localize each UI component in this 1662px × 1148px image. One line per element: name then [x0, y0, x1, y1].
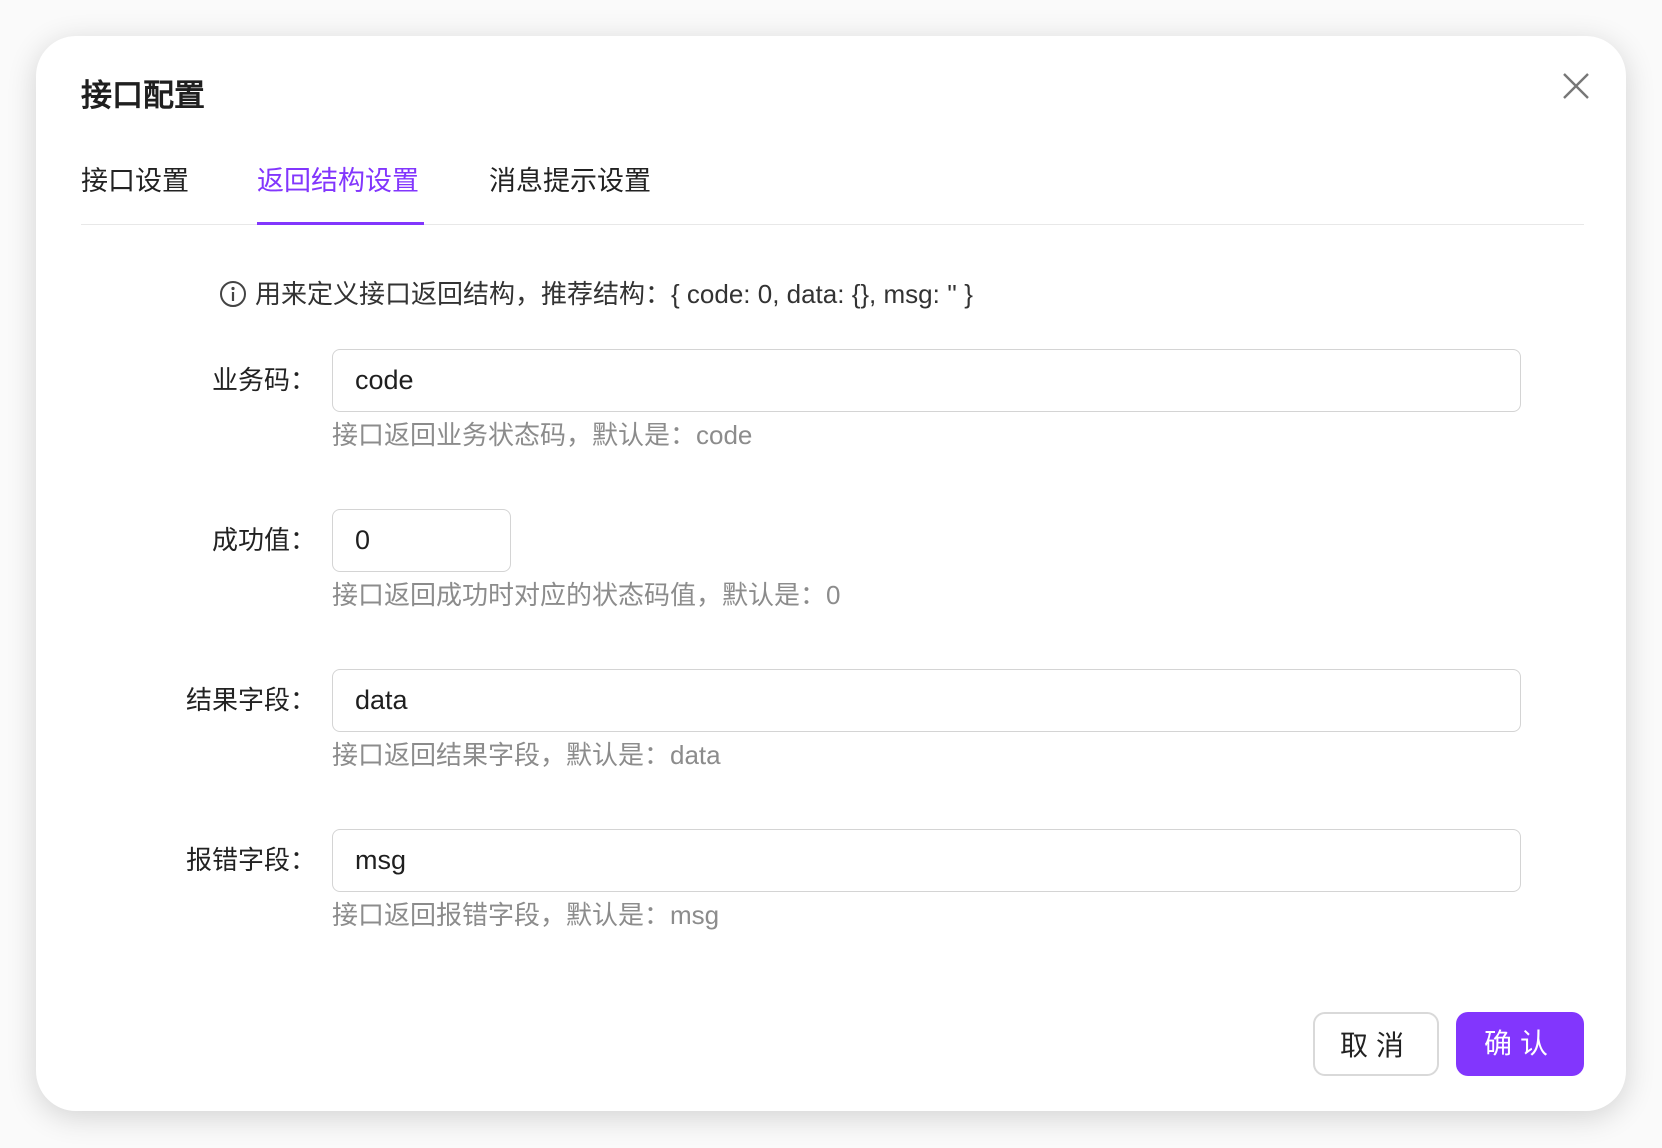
field-help-success: 接口返回成功时对应的状态码值，默认是：0: [332, 580, 841, 610]
field-label-msg: 报错字段：: [185, 845, 316, 875]
dialog-title: 接口配置: [81, 78, 205, 113]
confirm-button[interactable]: 确认: [1456, 1012, 1584, 1076]
field-label-success: 成功值：: [211, 525, 316, 555]
field-label-data: 结果字段：: [185, 685, 316, 715]
tab-message-settings[interactable]: 消息提示设置: [489, 161, 651, 201]
active-tab-indicator: [257, 222, 424, 225]
close-button[interactable]: [1560, 70, 1592, 102]
interface-config-dialog: 接口配置 接口设置 返回结构设置 消息提示设置 用来定义接口返回结构，推荐结构：…: [36, 36, 1626, 1111]
field-help-code: 接口返回业务状态码，默认是：code: [332, 420, 753, 450]
info-circle-icon: [220, 281, 246, 307]
result-field-input[interactable]: [332, 669, 1521, 732]
business-code-input[interactable]: [332, 349, 1521, 412]
field-label-code: 业务码：: [211, 365, 316, 395]
field-help-data: 接口返回结果字段，默认是：data: [332, 740, 721, 770]
success-value-input[interactable]: [332, 509, 511, 572]
error-field-input[interactable]: [332, 829, 1521, 892]
tab-interface-settings[interactable]: 接口设置: [81, 161, 189, 201]
close-icon: [1563, 73, 1589, 99]
cancel-button[interactable]: 取消: [1313, 1012, 1439, 1076]
tab-return-structure-settings[interactable]: 返回结构设置: [257, 161, 419, 201]
info-text: 用来定义接口返回结构，推荐结构：{ code: 0, data: {}, msg…: [255, 279, 973, 309]
info-tip: 用来定义接口返回结构，推荐结构：{ code: 0, data: {}, msg…: [219, 276, 973, 312]
field-help-msg: 接口返回报错字段，默认是：msg: [332, 900, 720, 930]
